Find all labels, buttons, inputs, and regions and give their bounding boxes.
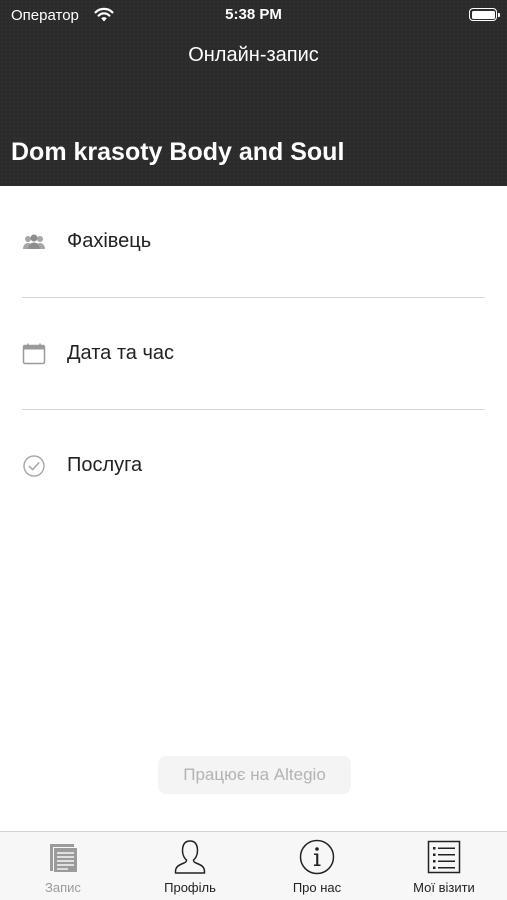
tab-label: Профіль: [164, 880, 216, 895]
battery-icon: [469, 8, 500, 21]
status-bar: Оператор 5:38 PM: [0, 0, 507, 30]
header: Оператор 5:38 PM Онлайн-запис Dom krasot…: [0, 0, 507, 186]
tab-label: Мої візити: [413, 880, 475, 895]
menu-item-label: Послуга: [67, 454, 143, 476]
tab-bar: Запис Профіль Про нас Мої візити: [0, 831, 507, 900]
people-icon: [23, 234, 45, 249]
tab-profile[interactable]: Профіль: [127, 832, 253, 900]
calendar-icon: [22, 343, 46, 365]
tab-booking[interactable]: Запис: [0, 832, 126, 900]
menu-item-datetime[interactable]: Дата та час: [0, 298, 507, 410]
tab-about[interactable]: Про нас: [254, 832, 380, 900]
tab-label: Запис: [45, 880, 81, 895]
booking-menu: Фахівець Дата та час Послуга: [0, 186, 507, 522]
salon-name: Dom krasoty Body and Soul: [11, 138, 345, 166]
page-title: Онлайн-запис: [188, 44, 319, 66]
powered-by-badge[interactable]: Працює на Altegio: [158, 756, 351, 794]
document-icon: [50, 844, 77, 872]
menu-item-specialist[interactable]: Фахівець: [0, 186, 507, 298]
list-icon: [427, 840, 461, 874]
menu-item-label: Фахівець: [67, 230, 152, 252]
tab-label: Про нас: [292, 880, 342, 895]
person-icon: [174, 840, 206, 874]
menu-item-service[interactable]: Послуга: [0, 410, 507, 522]
menu-item-label: Дата та час: [67, 342, 175, 364]
check-circle-icon: [23, 455, 45, 477]
status-time: 5:38 PM: [225, 6, 282, 23]
tab-my-visits[interactable]: Мої візити: [381, 832, 507, 900]
info-icon: [299, 839, 335, 875]
